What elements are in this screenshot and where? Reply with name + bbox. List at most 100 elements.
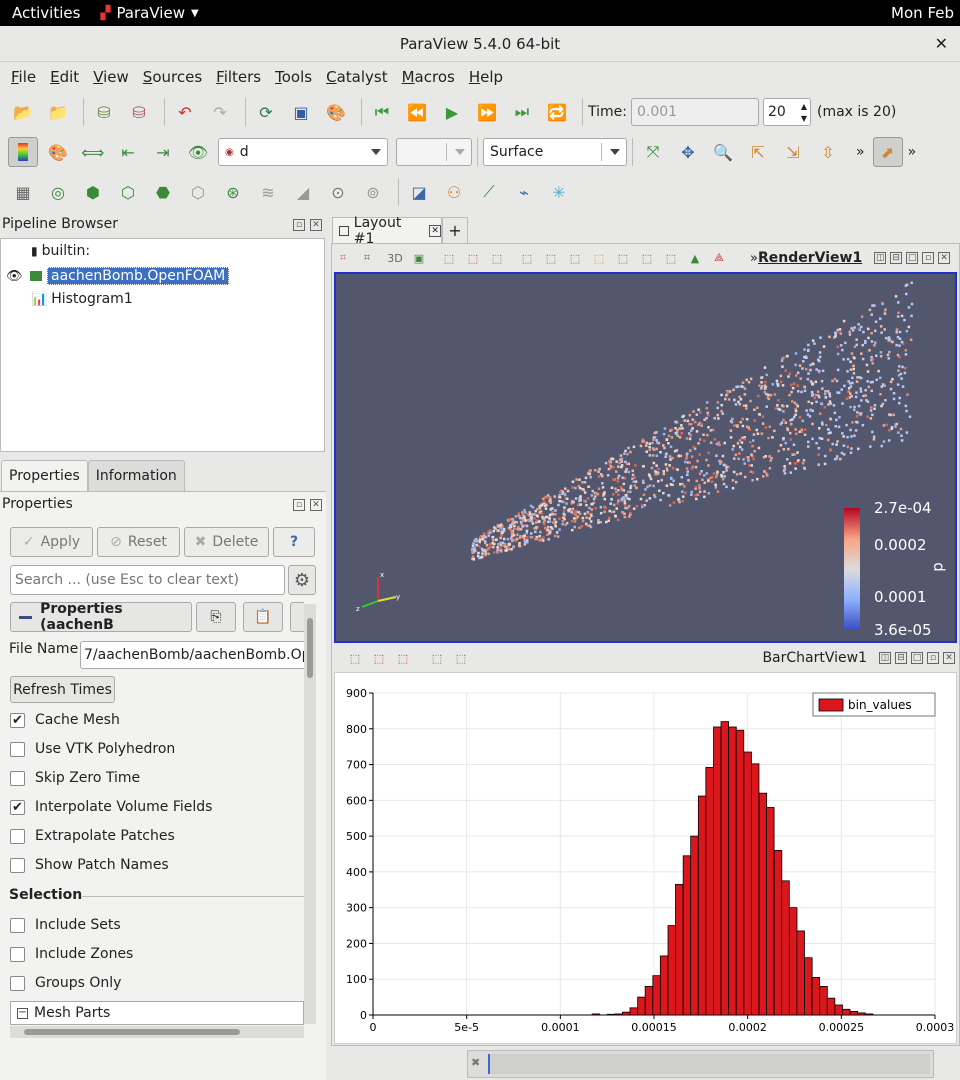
play-icon[interactable]: ▶ <box>437 97 467 127</box>
save-screenshot-icon[interactable]: ⌗ <box>358 250 376 266</box>
split-vertical-icon[interactable]: ⊟ <box>890 252 903 264</box>
rescale-temporal-icon[interactable]: ⇥ <box>148 137 178 167</box>
menu-edit[interactable]: Edit <box>43 68 86 86</box>
shrink-selection-icon[interactable]: ⬚ <box>662 250 680 266</box>
next-frame-icon[interactable]: ⏩ <box>472 97 502 127</box>
previous-frame-icon[interactable]: ⏪ <box>402 97 432 127</box>
hover-points-icon[interactable]: ⬚ <box>590 250 608 266</box>
maximize-icon[interactable]: □ <box>906 252 919 264</box>
bar-chart-view[interactable]: 0 100 200 300 400 500 600 700 800 900 0 5e-5 0.0001 0… <box>334 672 957 1044</box>
extract-selection-icon[interactable]: ◪ <box>404 177 434 207</box>
contour-icon[interactable]: ◎ <box>43 177 73 207</box>
reset-button[interactable]: ⊘ Reset <box>97 527 180 557</box>
warp-vector-icon[interactable]: ◢ <box>288 177 318 207</box>
menu-tools[interactable]: Tools <box>268 68 319 86</box>
select-polygon-icon[interactable]: ⬚ <box>518 250 536 266</box>
select-points-on-icon[interactable]: ⬚ <box>464 250 482 266</box>
use-vtk-polyhedron-checkbox[interactable]: Use VTK Polyhedron <box>10 741 175 757</box>
close-icon[interactable]: ✕ <box>429 224 441 237</box>
clear-selection-icon[interactable]: ▲ <box>686 250 704 266</box>
select-points-through-icon[interactable]: ⬚ <box>394 650 412 666</box>
close-icon[interactable]: ✕ <box>310 219 322 231</box>
reset-properties-icon[interactable] <box>290 602 304 632</box>
plot-over-line-icon[interactable]: ⟋ <box>474 177 504 207</box>
reset-camera-icon[interactable]: ⤧ <box>638 137 668 167</box>
slice-icon[interactable]: ⬡ <box>113 177 143 207</box>
camera-orientation-icon[interactable]: ⬈ <box>872 137 903 167</box>
select-cells-on-icon[interactable]: ⬚ <box>440 250 458 266</box>
properties-section-header[interactable]: Properties (aachenB <box>10 601 192 633</box>
show-patch-names-checkbox[interactable]: Show Patch Names <box>10 857 169 873</box>
calculator-icon[interactable]: ▦ <box>8 177 38 207</box>
copy-properties-icon[interactable]: ⎘ <box>196 602 236 632</box>
eye-icon[interactable]: 👁 <box>6 269 23 284</box>
interpolate-volume-fields-checkbox[interactable]: ✔ Interpolate Volume Fields <box>10 799 212 815</box>
menu-view[interactable]: View <box>86 68 136 86</box>
menu-sources[interactable]: Sources <box>136 68 209 86</box>
checkbox-unchecked[interactable] <box>10 828 25 844</box>
toggle-3d-button[interactable]: 3D <box>386 250 404 266</box>
extrapolate-patches-checkbox[interactable]: Extrapolate Patches <box>10 828 175 844</box>
app-menu[interactable]: ▞ ParaView ▼ <box>100 4 198 22</box>
menu-catalyst[interactable]: Catalyst <box>319 68 395 86</box>
checkbox-checked[interactable]: ✔ <box>10 712 25 728</box>
checkbox-unchecked[interactable] <box>10 946 25 962</box>
menu-file[interactable]: File <box>4 68 43 86</box>
connect-icon[interactable]: ⛁ <box>89 97 119 127</box>
ruler-icon[interactable]: ⟁ <box>710 250 728 266</box>
color-array-combo[interactable]: ◉ d <box>218 138 388 166</box>
groups-only-checkbox[interactable]: Groups Only <box>10 975 121 991</box>
clock[interactable]: Mon Feb <box>891 4 960 22</box>
capture-screenshot-icon[interactable]: ⌗ <box>334 250 352 266</box>
paste-properties-icon[interactable]: 📋 <box>243 602 283 632</box>
bar-chart-view-label[interactable]: BarChartView1 <box>762 650 867 666</box>
view-plus-y-icon[interactable]: ⇳ <box>813 137 843 167</box>
more-toolbar-button[interactable]: » <box>856 144 865 160</box>
python-shell-icon[interactable]: ▣ <box>286 97 316 127</box>
refresh-times-button[interactable]: Refresh Times <box>10 676 115 703</box>
add-layout-tab-button[interactable]: + <box>442 217 468 243</box>
glyph-icon[interactable]: ⊛ <box>218 177 248 207</box>
stream-tracer-icon[interactable]: ≋ <box>253 177 283 207</box>
horizontal-scrollbar[interactable] <box>10 1026 304 1038</box>
timestep-spinbox[interactable]: 20 ▲ ▼ <box>762 98 811 126</box>
tab-information[interactable]: Information <box>87 460 185 491</box>
camera-undo-icon[interactable]: ▣ <box>410 250 428 266</box>
abort-icon[interactable]: ✖ <box>471 1056 485 1070</box>
zoom-to-data-icon[interactable]: ✥ <box>673 137 703 167</box>
rescale-visible-icon[interactable]: 👁 <box>183 137 213 167</box>
menu-macros[interactable]: Macros <box>395 68 462 86</box>
collapse-icon[interactable]: − <box>17 1007 28 1019</box>
color-legend[interactable] <box>844 508 860 630</box>
pipeline-item-builtin[interactable]: ▮ builtin: <box>31 243 90 259</box>
threshold-icon[interactable]: ⬣ <box>148 177 178 207</box>
tab-properties[interactable]: Properties <box>1 460 88 491</box>
undock-icon[interactable]: ▫ <box>293 219 305 231</box>
properties-search-input[interactable] <box>10 565 285 595</box>
undock-icon[interactable]: ▫ <box>293 499 305 511</box>
include-sets-checkbox[interactable]: Include Sets <box>10 917 121 933</box>
plot-selection-icon[interactable]: ⚇ <box>439 177 469 207</box>
grow-selection-icon[interactable]: ⬚ <box>638 250 656 266</box>
loop-icon[interactable]: 🔁 <box>542 97 572 127</box>
restore-icon[interactable]: ▫ <box>922 252 935 264</box>
reset-session-icon[interactable]: ⟳ <box>251 97 281 127</box>
delete-button[interactable]: ✖ Delete <box>184 527 269 557</box>
last-frame-icon[interactable]: ⏭ <box>507 97 537 127</box>
view-minus-x-icon[interactable]: ⇲ <box>778 137 808 167</box>
select-points-through-icon[interactable]: ⬚ <box>542 250 560 266</box>
axes-grid-icon[interactable]: ✳ <box>544 177 574 207</box>
split-horizontal-icon[interactable]: ◫ <box>874 252 887 264</box>
mesh-parts-table[interactable]: − Mesh Parts <box>10 1001 304 1025</box>
scrollbar-thumb[interactable] <box>24 1029 240 1035</box>
close-icon[interactable]: ✕ <box>938 252 951 264</box>
zoom-to-box-icon[interactable]: 🔍 <box>708 137 738 167</box>
split-horizontal-icon[interactable]: ◫ <box>879 652 891 664</box>
undo-icon[interactable]: ↶ <box>170 97 200 127</box>
clear-selection-icon[interactable]: ⬚ <box>452 650 470 666</box>
close-icon[interactable]: ✕ <box>310 499 322 511</box>
select-cells-through-icon[interactable]: ⬚ <box>488 250 506 266</box>
menu-help[interactable]: Help <box>462 68 510 86</box>
render-view-label[interactable]: RenderView1 <box>758 250 862 266</box>
help-button[interactable]: ? <box>273 527 315 557</box>
